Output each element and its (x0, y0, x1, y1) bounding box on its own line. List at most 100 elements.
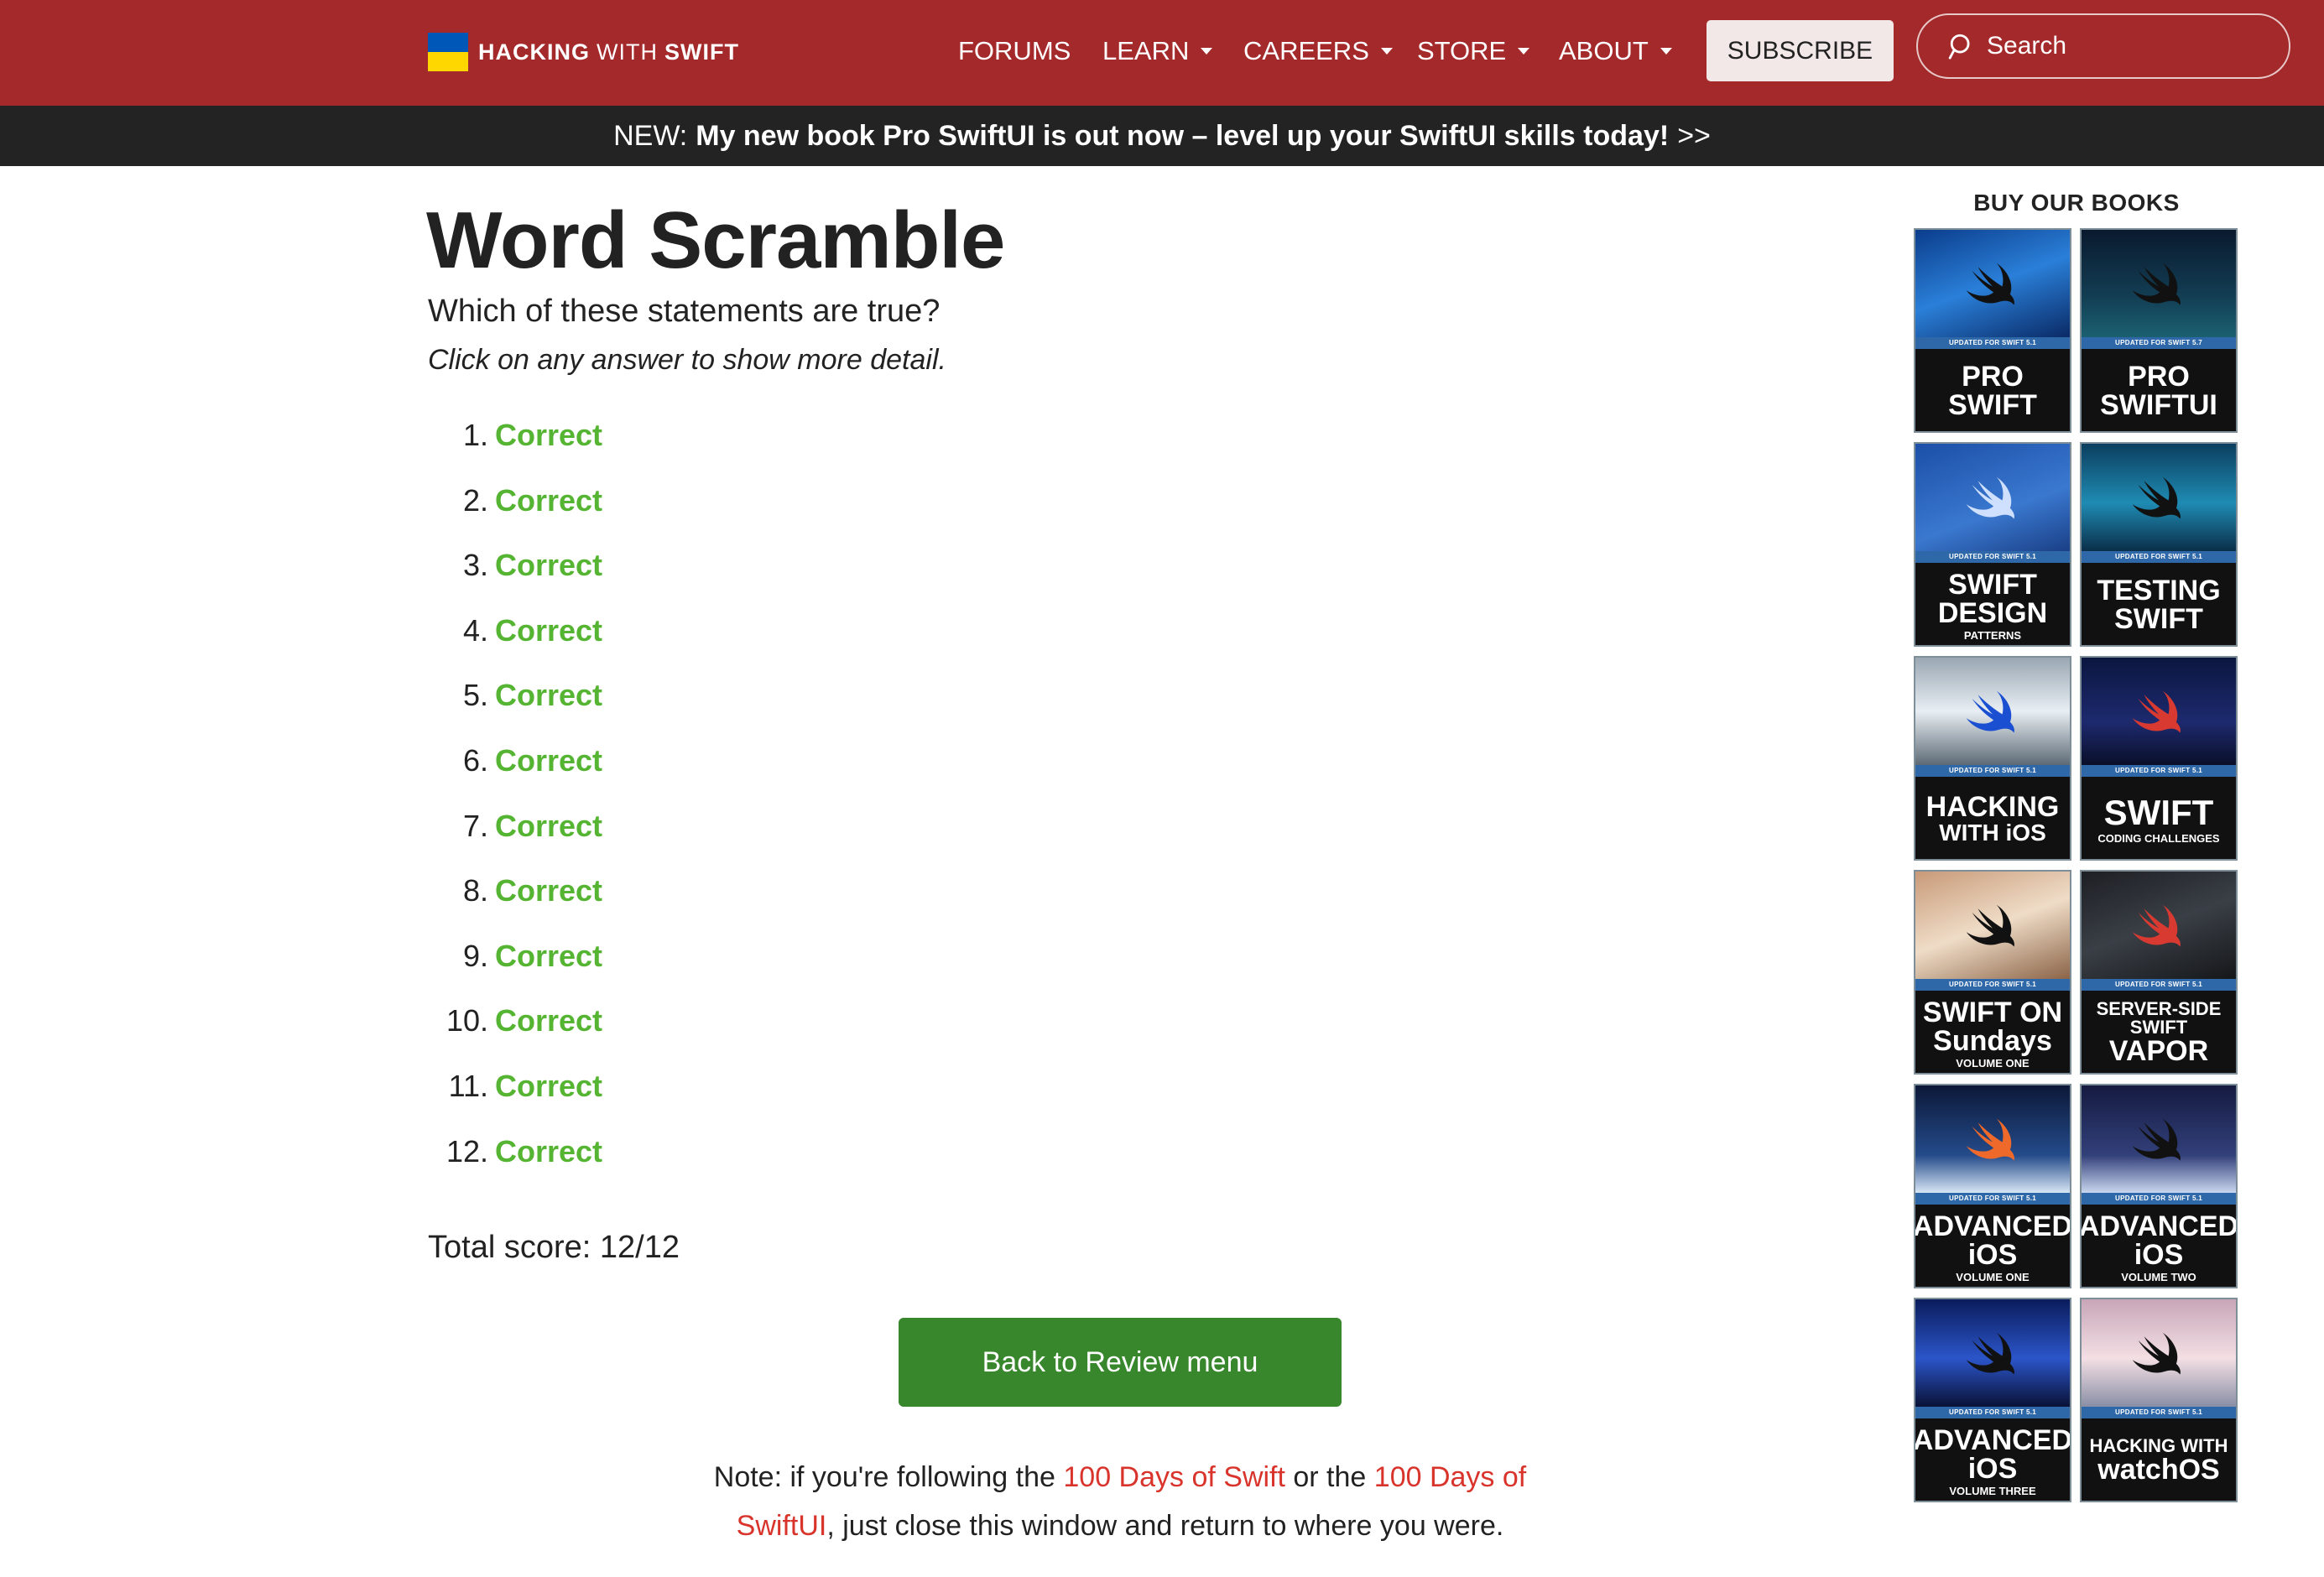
book-band-label: UPDATED FOR SWIFT 5.1 (1915, 337, 2070, 349)
answer-item[interactable]: 2. Correct (428, 480, 1099, 545)
swift-bird-icon (2132, 1118, 2181, 1161)
answer-list: 1. Correct 2. Correct 3. Correct 4. Correct 5. Co… (428, 414, 1099, 1195)
back-to-review-button[interactable]: Back to Review menu (899, 1318, 1342, 1407)
nav-careers[interactable]: CAREERS (1243, 32, 1393, 70)
answer-number: 4. (462, 612, 488, 648)
book-title: HACKING WITH watchOS (2082, 1422, 2236, 1501)
note-part-2: or the (1284, 1461, 1374, 1493)
book-cover[interactable]: UPDATED FOR SWIFT 5.1 HACKING WITH iOS (1914, 656, 2071, 861)
book-title: SWIFT ON Sundays VOLUME ONE (1915, 994, 2070, 1073)
answer-item[interactable]: 4. Correct (428, 610, 1099, 675)
book-cover[interactable]: UPDATED FOR SWIFT 5.1 ADVANCED iOS VOLUME O… (1914, 1084, 2071, 1288)
top-navbar: HACKING WITH SWIFT FORUMS LEARN CAREERS … (0, 0, 2324, 106)
book-cover[interactable]: UPDATED FOR SWIFT 5.7 PRO SWIFTUI (2080, 228, 2238, 433)
book-band-label: UPDATED FOR SWIFT 5.1 (2082, 1193, 2236, 1205)
announcement-text: My new book Pro SwiftUI is out now – lev… (696, 119, 1670, 152)
answer-result[interactable]: Correct (495, 1131, 602, 1173)
book-title-line-2: SWIFT (1948, 388, 2037, 421)
book-title-line-1: HACKING (1925, 790, 2060, 823)
search-input[interactable] (1987, 32, 2255, 60)
nav-about[interactable]: ABOUT (1559, 32, 1672, 70)
swift-bird-icon (1966, 690, 2014, 733)
book-subtitle: CODING CHALLENGES (2097, 832, 2220, 845)
book-cover[interactable]: UPDATED FOR SWIFT 5.1 PRO SWIFT (1914, 228, 2071, 433)
book-title-line-1: ADVANCED (2080, 1210, 2238, 1242)
book-subtitle: VOLUME ONE (1956, 1271, 2030, 1283)
answer-item[interactable]: 1. Correct (428, 414, 1099, 480)
buy-books-heading: BUY OUR BOOKS (1973, 190, 2180, 216)
book-title: ADVANCED iOS VOLUME ONE (1915, 1208, 2070, 1287)
answer-item[interactable]: 9. Correct (428, 935, 1099, 1001)
answer-result[interactable]: Correct (495, 674, 602, 716)
book-cover[interactable]: UPDATED FOR SWIFT 5.1 SWIFT CODING CHALLEN… (2080, 656, 2238, 861)
brand-word-3: SWIFT (664, 39, 739, 65)
book-cover[interactable]: UPDATED FOR SWIFT 5.1 HACKING WITH watchOS (2080, 1298, 2238, 1502)
answer-result[interactable]: Correct (495, 414, 602, 456)
answer-item[interactable]: 10. Correct (428, 1000, 1099, 1065)
book-band-label: UPDATED FOR SWIFT 5.1 (1915, 979, 2070, 991)
book-title: SERVER-SIDE SWIFT VAPOR (2082, 994, 2236, 1073)
answer-item[interactable]: 12. Correct (428, 1131, 1099, 1196)
answer-result[interactable]: Correct (495, 740, 602, 782)
book-title-line-1: HACKING WITH (2089, 1434, 2228, 1456)
book-cover[interactable]: UPDATED FOR SWIFT 5.1 SWIFT ON Sundays VOLU… (1914, 870, 2071, 1075)
book-title-line-1: ADVANCED (1914, 1210, 2071, 1242)
caret-down-icon (1518, 48, 1530, 55)
book-title: TESTING SWIFT (2082, 566, 2236, 645)
nav-store[interactable]: STORE (1417, 32, 1530, 70)
book-subtitle: VOLUME ONE (1956, 1057, 2030, 1070)
book-title-line-2: iOS (2134, 1239, 2184, 1271)
answer-number: 10. (446, 1003, 488, 1038)
book-cover[interactable]: UPDATED FOR SWIFT 5.1 ADVANCED iOS VOLUME T… (1914, 1298, 2071, 1502)
book-title-line-1: SERVER-SIDE SWIFT (2096, 997, 2222, 1038)
answer-item[interactable]: 5. Correct (428, 674, 1099, 740)
book-cover[interactable]: UPDATED FOR SWIFT 5.1 ADVANCED iOS VOLUME T… (2080, 1084, 2238, 1288)
answer-result[interactable]: Correct (495, 935, 602, 977)
brand-word-1: HACKING (478, 39, 590, 65)
answer-number: 8. (462, 873, 488, 908)
answer-item[interactable]: 3. Correct (428, 544, 1099, 610)
total-score: Total score: 12/12 (428, 1230, 680, 1265)
nav-store-label: STORE (1417, 36, 1507, 65)
hint-text: Click on any answer to show more detail. (428, 344, 946, 376)
answer-number: 9. (462, 938, 488, 973)
answer-result[interactable]: Correct (495, 1065, 602, 1107)
question-text: Which of these statements are true? (428, 294, 941, 329)
swift-bird-icon (1966, 263, 2014, 305)
caret-down-icon (1660, 48, 1672, 55)
note-part-1: Note: if you're following the (713, 1461, 1064, 1493)
answer-result[interactable]: Correct (495, 610, 602, 652)
answer-item[interactable]: 7. Correct (428, 805, 1099, 871)
answer-number: 7. (462, 808, 488, 843)
nav-forums[interactable]: FORUMS (958, 32, 1071, 70)
answer-item[interactable]: 6. Correct (428, 740, 1099, 805)
book-title: PRO SWIFT (1915, 352, 2070, 431)
book-title-line-1: SWIFT (1948, 569, 2037, 601)
search-icon (1948, 34, 1970, 60)
book-title: ADVANCED iOS VOLUME TWO (2082, 1208, 2236, 1287)
announcement-bar[interactable]: NEW: My new book Pro SwiftUI is out now … (0, 106, 2324, 166)
answer-item[interactable]: 8. Correct (428, 870, 1099, 935)
book-cover[interactable]: UPDATED FOR SWIFT 5.1 SWIFT DESIGN PATTERNS (1914, 442, 2071, 647)
nav-learn[interactable]: LEARN (1102, 32, 1213, 70)
swift-bird-icon (1966, 1332, 2014, 1375)
book-title-line-1: TESTING (2097, 574, 2221, 606)
answer-result[interactable]: Correct (495, 544, 602, 586)
answer-result[interactable]: Correct (495, 480, 602, 522)
site-logo[interactable]: HACKING WITH SWIFT (428, 32, 739, 72)
swift-bird-icon (2132, 1332, 2181, 1375)
answer-item[interactable]: 11. Correct (428, 1065, 1099, 1131)
link-100-days-of-swift[interactable]: 100 Days of Swift (1063, 1461, 1285, 1493)
search-box[interactable] (1916, 13, 2290, 79)
announcement-prefix: NEW: (613, 119, 688, 152)
swift-bird-icon (1966, 904, 2014, 947)
swift-bird-icon (2132, 476, 2181, 519)
book-title: PRO SWIFTUI (2082, 352, 2236, 431)
book-cover[interactable]: UPDATED FOR SWIFT 5.1 SERVER-SIDE SWIFT VA… (2080, 870, 2238, 1075)
book-cover[interactable]: UPDATED FOR SWIFT 5.1 TESTING SWIFT (2080, 442, 2238, 647)
answer-result[interactable]: Correct (495, 870, 602, 912)
answer-result[interactable]: Correct (495, 1000, 602, 1042)
book-title: ADVANCED iOS VOLUME THREE (1915, 1422, 2070, 1501)
answer-result[interactable]: Correct (495, 805, 602, 847)
subscribe-button[interactable]: SUBSCRIBE (1707, 20, 1894, 81)
